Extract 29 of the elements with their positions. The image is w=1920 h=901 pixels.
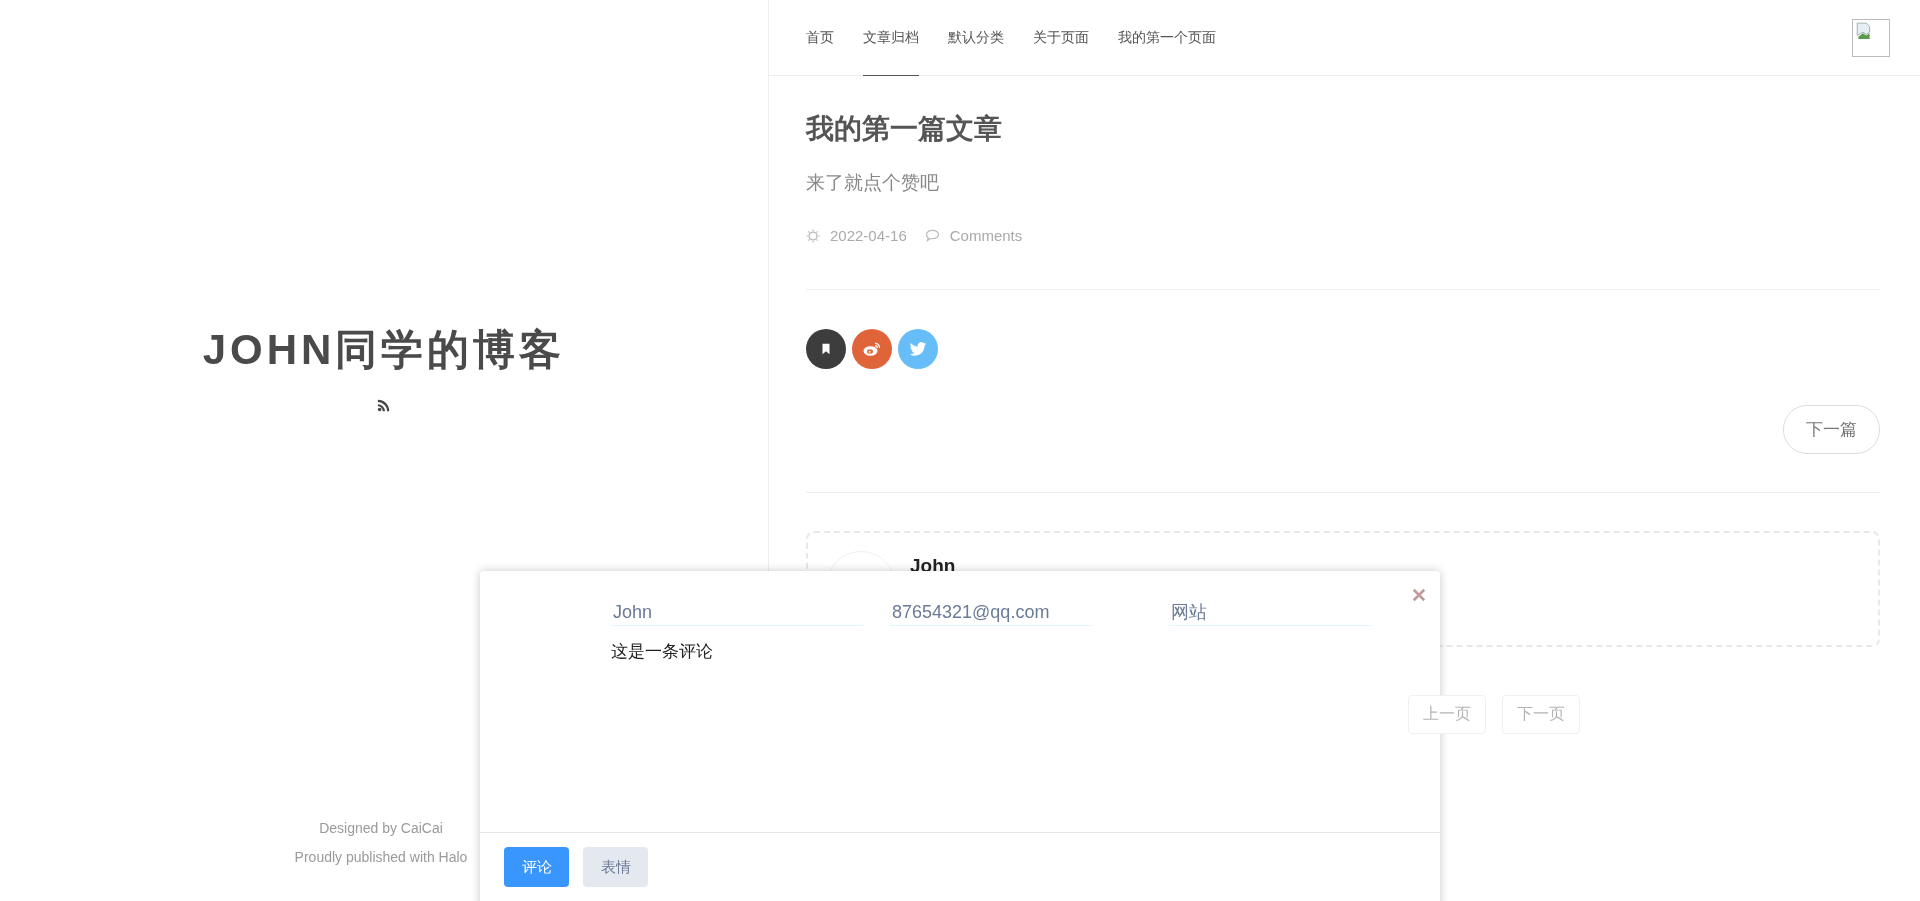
email-field[interactable]: 87654321@qq.com	[890, 599, 1092, 626]
next-post-button[interactable]: 下一篇	[1783, 405, 1880, 454]
rss-icon[interactable]	[377, 398, 391, 412]
footer-text: Designed by CaiCai	[319, 820, 443, 836]
website-field[interactable]: 网站	[1169, 599, 1371, 626]
close-icon[interactable]	[1412, 588, 1426, 602]
name-field[interactable]: John	[611, 599, 863, 626]
speech-bubble-icon	[924, 229, 940, 242]
blog-title[interactable]: JOHN同学的博客	[202, 322, 566, 378]
comments-link[interactable]: Comments	[949, 227, 1023, 244]
weibo-share-button[interactable]	[852, 329, 892, 369]
nav-link[interactable]: 我的第一个页面	[1118, 0, 1216, 76]
nav-link[interactable]: 文章归档	[863, 0, 919, 76]
post-title: 我的第一篇文章	[806, 112, 1003, 146]
sun-icon	[806, 228, 820, 243]
nav-link[interactable]: 默认分类	[948, 0, 1004, 76]
comment-textarea[interactable]: 这是一条评论	[611, 640, 1391, 815]
nav-link[interactable]: 首页	[806, 0, 834, 76]
nav-link[interactable]: 关于页面	[1033, 0, 1089, 76]
emoji-button[interactable]: 表情	[583, 847, 648, 887]
broken-image-icon[interactable]	[1852, 18, 1890, 57]
twitter-share-button[interactable]	[898, 329, 938, 369]
post-date: 2022-04-16	[830, 227, 907, 244]
weibo-icon	[862, 341, 882, 357]
bird-icon	[909, 341, 927, 357]
footer-text: Proudly published with Halo	[294, 849, 468, 865]
post-subtitle: 来了就点个赞吧	[806, 171, 940, 195]
bookmark-button[interactable]	[806, 329, 846, 369]
submit-button[interactable]: 评论	[504, 847, 569, 887]
